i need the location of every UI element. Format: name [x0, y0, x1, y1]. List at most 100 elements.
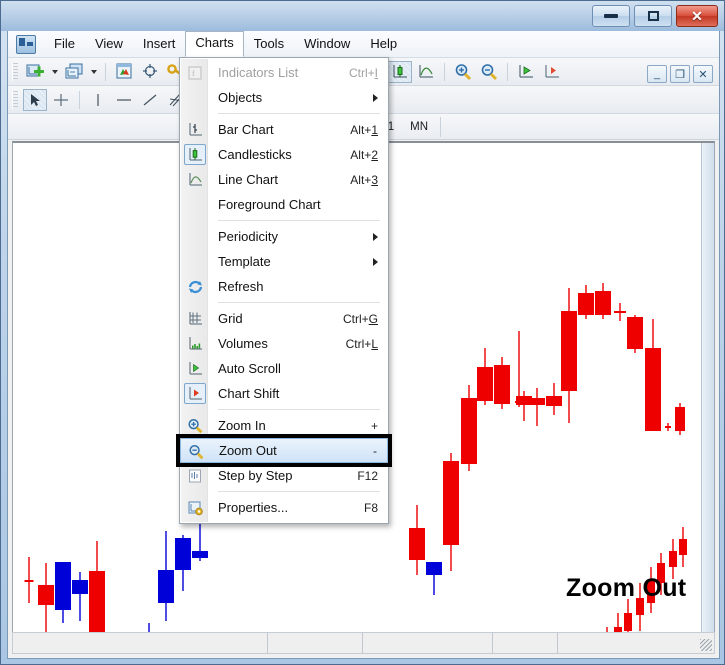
menu-tools[interactable]: Tools: [244, 32, 294, 57]
menu-help[interactable]: Help: [360, 32, 407, 57]
zoom-out-button[interactable]: [477, 61, 501, 83]
menu-item-label: Chart Shift: [218, 386, 279, 401]
menu-bar: File View Insert Charts Tools Window Hel…: [8, 31, 719, 58]
menu-item-foreground-chart[interactable]: Foreground Chart: [180, 192, 388, 217]
window-restore-button[interactable]: [634, 5, 672, 27]
candlesticks-button[interactable]: [388, 61, 412, 83]
mdi-close-button[interactable]: ✕: [693, 65, 713, 83]
menu-item-grid[interactable]: GridCtrl+G: [180, 306, 388, 331]
toolbar-separator-3: [507, 63, 508, 81]
zoom-in-button[interactable]: [451, 61, 475, 83]
menu-insert[interactable]: Insert: [133, 32, 186, 57]
profiles-dropdown-button[interactable]: [88, 61, 99, 83]
vertical-line-icon: [90, 92, 106, 108]
cursor-button[interactable]: [23, 89, 47, 111]
menu-item-step-by-step[interactable]: Step by StepF12: [180, 463, 388, 488]
crosshair-button[interactable]: [49, 89, 73, 111]
menu-item-zoom-out[interactable]: Zoom Out-: [180, 438, 388, 463]
menu-item-shortcut: F12: [357, 469, 378, 483]
horizontal-line-button[interactable]: [112, 89, 136, 111]
mdi-restore-button[interactable]: ❐: [670, 65, 690, 83]
timeframe-mn[interactable]: MN: [404, 119, 434, 135]
charts-dropdown-menu[interactable]: f Indicators List Ctrl+I Objects Bar ChartAl…: [179, 57, 389, 524]
timeframe-separator: [440, 117, 441, 137]
chart-vertical-scrollbar[interactable]: [701, 143, 714, 651]
menu-item-bar-chart[interactable]: Bar ChartAlt+1: [180, 117, 388, 142]
menu-item-shortcut: F8: [364, 501, 378, 515]
status-cell-3: [363, 633, 493, 653]
crosshair-icon: [141, 63, 159, 80]
menu-file[interactable]: File: [44, 32, 85, 57]
horizontal-line-icon: [115, 92, 133, 108]
line-chart-icon: [184, 169, 206, 190]
line-chart-button[interactable]: [414, 61, 438, 83]
menu-item-label: Properties...: [218, 500, 288, 515]
zoom-out-icon: [185, 441, 207, 462]
menu-item-label: Indicators List: [218, 65, 298, 80]
resize-grip[interactable]: [700, 639, 712, 651]
menu-item-periodicity[interactable]: Periodicity: [180, 224, 388, 249]
menu-charts[interactable]: Charts: [185, 31, 243, 57]
volumes-icon: [187, 336, 204, 352]
menu-item-zoom-in[interactable]: Zoom In +: [180, 413, 388, 438]
menu-view[interactable]: View: [85, 32, 133, 57]
bar-chart-icon: [187, 122, 204, 138]
menu-item-auto-scroll[interactable]: Auto Scroll: [180, 356, 388, 381]
menu-item-label: Refresh: [218, 279, 264, 294]
trendline-button[interactable]: [138, 89, 162, 111]
properties-icon: [187, 500, 204, 516]
window-minimize-button[interactable]: [592, 5, 630, 27]
window-close-button[interactable]: ✕: [676, 5, 718, 27]
menu-item-shortcut: Alt+2: [350, 148, 378, 162]
menu-item-label: Line Chart: [218, 172, 278, 187]
navigator-button[interactable]: [138, 61, 162, 83]
mdi-minimize-button[interactable]: _: [647, 65, 667, 83]
menu-item-volumes[interactable]: VolumesCtrl+L: [180, 331, 388, 356]
menu-item-label: Objects: [218, 90, 262, 105]
menu-separator: [218, 302, 380, 303]
volumes-icon: [184, 333, 206, 354]
menu-item-shortcut: Alt+3: [350, 173, 378, 187]
status-bar: [12, 632, 715, 654]
menu-item-properties[interactable]: Properties... F8: [180, 495, 388, 520]
new-chart-icon: [26, 63, 45, 81]
toolbar-separator: [105, 63, 106, 81]
chart-shift-button[interactable]: [540, 61, 564, 83]
menu-item-objects[interactable]: Objects: [180, 85, 388, 110]
menu-item-shortcut: Ctrl+I: [349, 66, 378, 80]
window-controls: ✕: [592, 5, 718, 27]
window-title-bar: ✕: [1, 1, 724, 31]
menu-item-label: Grid: [218, 311, 243, 326]
profiles-button[interactable]: [62, 61, 86, 83]
market-watch-button[interactable]: [112, 61, 136, 83]
refresh-icon: [184, 276, 206, 297]
chart-shift-icon: [187, 386, 204, 402]
grid-icon: [184, 308, 206, 329]
menu-item-line-chart[interactable]: Line Chart Alt+3: [180, 167, 388, 192]
line-chart-icon: [187, 172, 204, 188]
menu-window[interactable]: Window: [294, 32, 360, 57]
status-cell-1: [13, 633, 268, 653]
menu-item-template[interactable]: Template: [180, 249, 388, 274]
auto-scroll-icon: [184, 358, 206, 379]
line-toolbar-separator: [79, 91, 80, 109]
metatrader-window: ✕ File View Insert Charts Tools Window H…: [0, 0, 725, 665]
chart-shift-icon: [184, 383, 206, 404]
zoom-in-icon: [184, 415, 206, 436]
auto-scroll-button[interactable]: [514, 61, 538, 83]
line-toolbar-grip[interactable]: [12, 91, 18, 109]
vertical-line-button[interactable]: [86, 89, 110, 111]
menu-item-refresh[interactable]: Refresh: [180, 274, 388, 299]
menu-item-chart-shift[interactable]: Chart Shift: [180, 381, 388, 406]
menu-item-shortcut: +: [371, 419, 378, 433]
grid-icon: [187, 311, 204, 327]
auto-scroll-icon: [187, 361, 204, 377]
toolbar-grip[interactable]: [12, 63, 18, 81]
step-by-step-icon: [184, 465, 206, 486]
new-chart-dropdown-button[interactable]: [49, 61, 60, 83]
new-chart-button[interactable]: [23, 61, 47, 83]
menu-item-candlesticks[interactable]: CandlesticksAlt+2: [180, 142, 388, 167]
menu-item-label: Zoom In: [218, 418, 266, 433]
indicators-list-icon: f: [184, 62, 206, 83]
zoom-in-icon: [454, 63, 473, 81]
